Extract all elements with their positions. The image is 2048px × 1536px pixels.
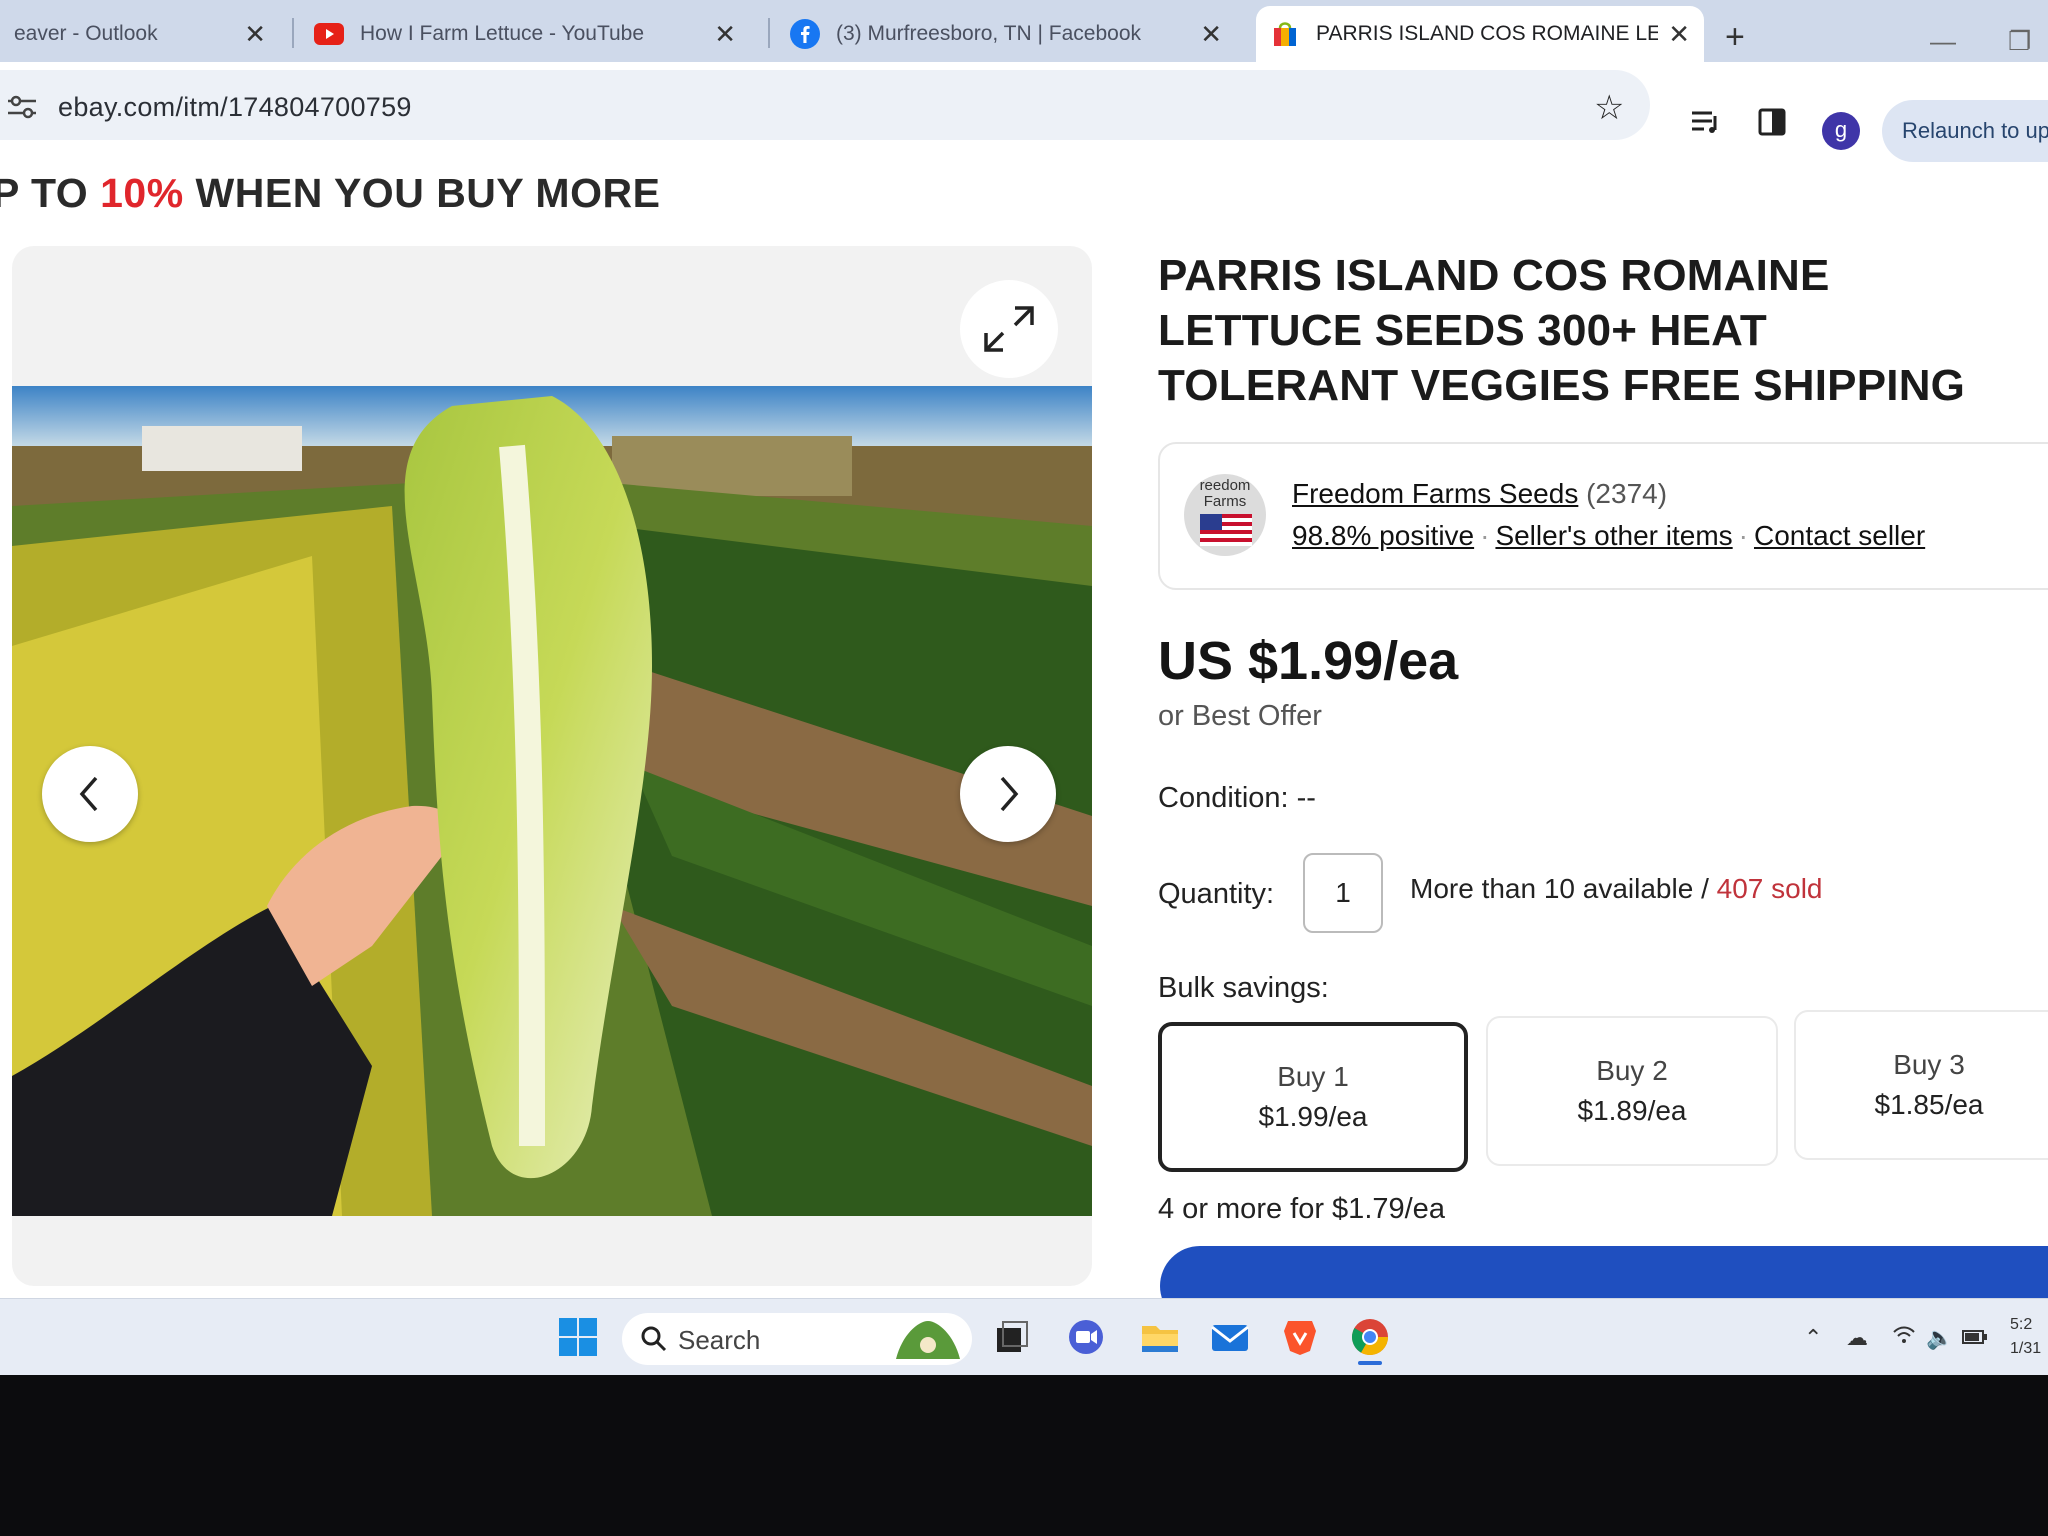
relaunch-button[interactable]: Relaunch to up (1882, 100, 2048, 162)
url-text[interactable]: ebay.com/itm/174804700759 (58, 92, 412, 123)
close-tab-icon[interactable]: ✕ (244, 19, 266, 50)
windows-start-icon[interactable] (556, 1315, 600, 1359)
taskbar: Search ⌃ ☁ 🔈 5:2 1/31 (0, 1298, 2048, 1375)
best-offer-text: or Best Offer (1158, 700, 1322, 732)
tab-title: How I Farm Lettuce - YouTube (360, 22, 645, 45)
chevron-right-icon (1000, 776, 1019, 812)
site-settings-icon[interactable] (6, 94, 38, 125)
active-app-indicator (1358, 1361, 1382, 1365)
next-image-button[interactable] (960, 746, 1056, 842)
chevron-left-icon (79, 776, 98, 812)
bulk-option-label: Buy 2 (1596, 1055, 1668, 1086)
sold-count: 407 sold (1716, 873, 1823, 904)
tab-youtube[interactable]: How I Farm Lettuce - YouTube ✕ (300, 6, 750, 62)
bulk-savings-label: Bulk savings: (1158, 972, 1329, 1004)
search-highlight-icon (896, 1321, 960, 1359)
bookmark-star-icon[interactable]: ☆ (1594, 88, 1624, 128)
clock[interactable]: 5:2 1/31 (2010, 1313, 2041, 1361)
seller-card: reedom Farms Freedom Farms Seeds (2374) … (1158, 442, 2048, 590)
taskbar-search[interactable]: Search (622, 1313, 972, 1365)
expand-image-button[interactable] (960, 280, 1058, 378)
bulk-option-buy-2[interactable]: Buy 2 $1.89/ea (1486, 1016, 1778, 1166)
previous-image-button[interactable] (42, 746, 138, 842)
profile-avatar[interactable]: g (1822, 112, 1860, 150)
contact-seller-link[interactable]: Contact seller (1754, 520, 1925, 551)
search-label: Search (678, 1325, 761, 1355)
youtube-icon (314, 19, 344, 49)
listing-title: PARRIS ISLAND COS ROMAINE LETTUCE SEEDS … (1158, 251, 1966, 410)
bulk-option-label: Buy 3 (1893, 1049, 1965, 1080)
price: US $1.99/ea (1158, 631, 1459, 691)
bulk-option-price: $1.99/ea (1258, 1101, 1368, 1132)
teams-chat-icon[interactable] (1064, 1315, 1108, 1359)
battery-icon[interactable] (1962, 1325, 1988, 1351)
promo-suffix: WHEN YOU BUY MORE (183, 170, 661, 216)
expand-icon (984, 306, 1034, 352)
tab-separator (768, 18, 770, 48)
volume-icon[interactable]: 🔈 (1926, 1325, 1953, 1351)
clock-time: 5:2 (2010, 1316, 2033, 1333)
seller-name-row: Freedom Farms Seeds (2374) (1292, 478, 1667, 510)
minimize-icon[interactable]: — (1930, 26, 1956, 57)
seller-name-link[interactable]: Freedom Farms Seeds (1292, 478, 1578, 509)
promo-banner: P TO 10% WHEN YOU BUY MORE (0, 170, 660, 217)
seller-logo[interactable]: reedom Farms (1184, 474, 1266, 556)
availability: More than 10 available / 407 sold (1410, 873, 1823, 905)
image-gallery (12, 246, 1092, 1286)
file-explorer-icon[interactable] (1138, 1315, 1182, 1359)
search-icon (641, 1326, 667, 1352)
tab-ebay-listing[interactable]: PARRIS ISLAND COS ROMAINE LETTU ✕ (1256, 6, 1704, 62)
tab-strip: eaver - Outlook ✕ How I Farm Lettuce - Y… (0, 0, 2048, 62)
onedrive-icon[interactable]: ☁ (1846, 1325, 1868, 1351)
chevron-up-icon[interactable]: ⌃ (1804, 1325, 1822, 1351)
new-tab-button[interactable]: + (1725, 18, 1745, 57)
bulk-option-buy-1[interactable]: Buy 1 $1.99/ea (1158, 1022, 1468, 1172)
close-tab-icon[interactable]: ✕ (1668, 19, 1690, 50)
separator-dot: · (1480, 520, 1490, 551)
feedback-count: (2374) (1586, 478, 1668, 509)
clock-date: 1/31 (2010, 1340, 2042, 1357)
chrome-icon[interactable] (1348, 1315, 1392, 1365)
promo-highlight: 10% (100, 170, 184, 216)
tab-title: (3) Murfreesboro, TN | Facebook (836, 22, 1142, 45)
product-photo[interactable] (12, 386, 1092, 1216)
screen: eaver - Outlook ✕ How I Farm Lettuce - Y… (0, 0, 2048, 1375)
tab-facebook[interactable]: (3) Murfreesboro, TN | Facebook ✕ (776, 6, 1236, 62)
availability-text: More than 10 available / (1410, 873, 1717, 904)
tab-separator (292, 18, 294, 48)
wifi-icon[interactable] (1892, 1325, 1916, 1351)
bulk-more-text: 4 or more for $1.79/ea (1158, 1193, 1445, 1225)
bulk-option-label: Buy 1 (1277, 1061, 1349, 1092)
quantity-input[interactable]: 1 (1303, 853, 1383, 933)
condition: Condition: -- (1158, 782, 1316, 814)
restore-icon[interactable]: ❐ (2008, 26, 2031, 57)
tab-outlook[interactable]: eaver - Outlook ✕ (0, 6, 280, 62)
seller-links: 98.8% positive · Seller's other items · Cont… (1292, 520, 1925, 552)
close-tab-icon[interactable]: ✕ (714, 19, 736, 50)
positive-feedback-link[interactable]: 98.8% positive (1292, 520, 1474, 551)
brave-browser-icon[interactable] (1278, 1315, 1322, 1359)
bulk-option-price: $1.85/ea (1874, 1089, 1984, 1120)
reading-list-icon[interactable] (1690, 108, 1720, 141)
tab-title: PARRIS ISLAND COS ROMAINE LETTU (1316, 22, 1659, 45)
close-tab-icon[interactable]: ✕ (1200, 19, 1222, 50)
address-bar[interactable]: ebay.com/itm/174804700759 ☆ (0, 70, 1650, 140)
browser-toolbar: ebay.com/itm/174804700759 ☆ g Relaunch t… (0, 62, 2048, 162)
sellers-other-items-link[interactable]: Seller's other items (1495, 520, 1732, 551)
bulk-option-price: $1.89/ea (1577, 1095, 1687, 1126)
promo-prefix: P TO (0, 170, 101, 216)
quantity-label: Quantity: (1158, 878, 1275, 910)
separator-dot: · (1738, 520, 1748, 551)
task-view-icon[interactable] (990, 1315, 1034, 1359)
tab-title: eaver - Outlook (14, 22, 158, 45)
bulk-option-buy-3[interactable]: Buy 3 $1.85/ea (1794, 1010, 2048, 1160)
seller-logo-text: reedom Farms (1199, 477, 1251, 510)
mail-icon[interactable] (1208, 1315, 1252, 1359)
ebay-icon (1270, 19, 1300, 49)
us-flag-icon (1200, 514, 1252, 546)
facebook-icon (790, 19, 820, 49)
side-panel-icon[interactable] (1758, 108, 1786, 141)
